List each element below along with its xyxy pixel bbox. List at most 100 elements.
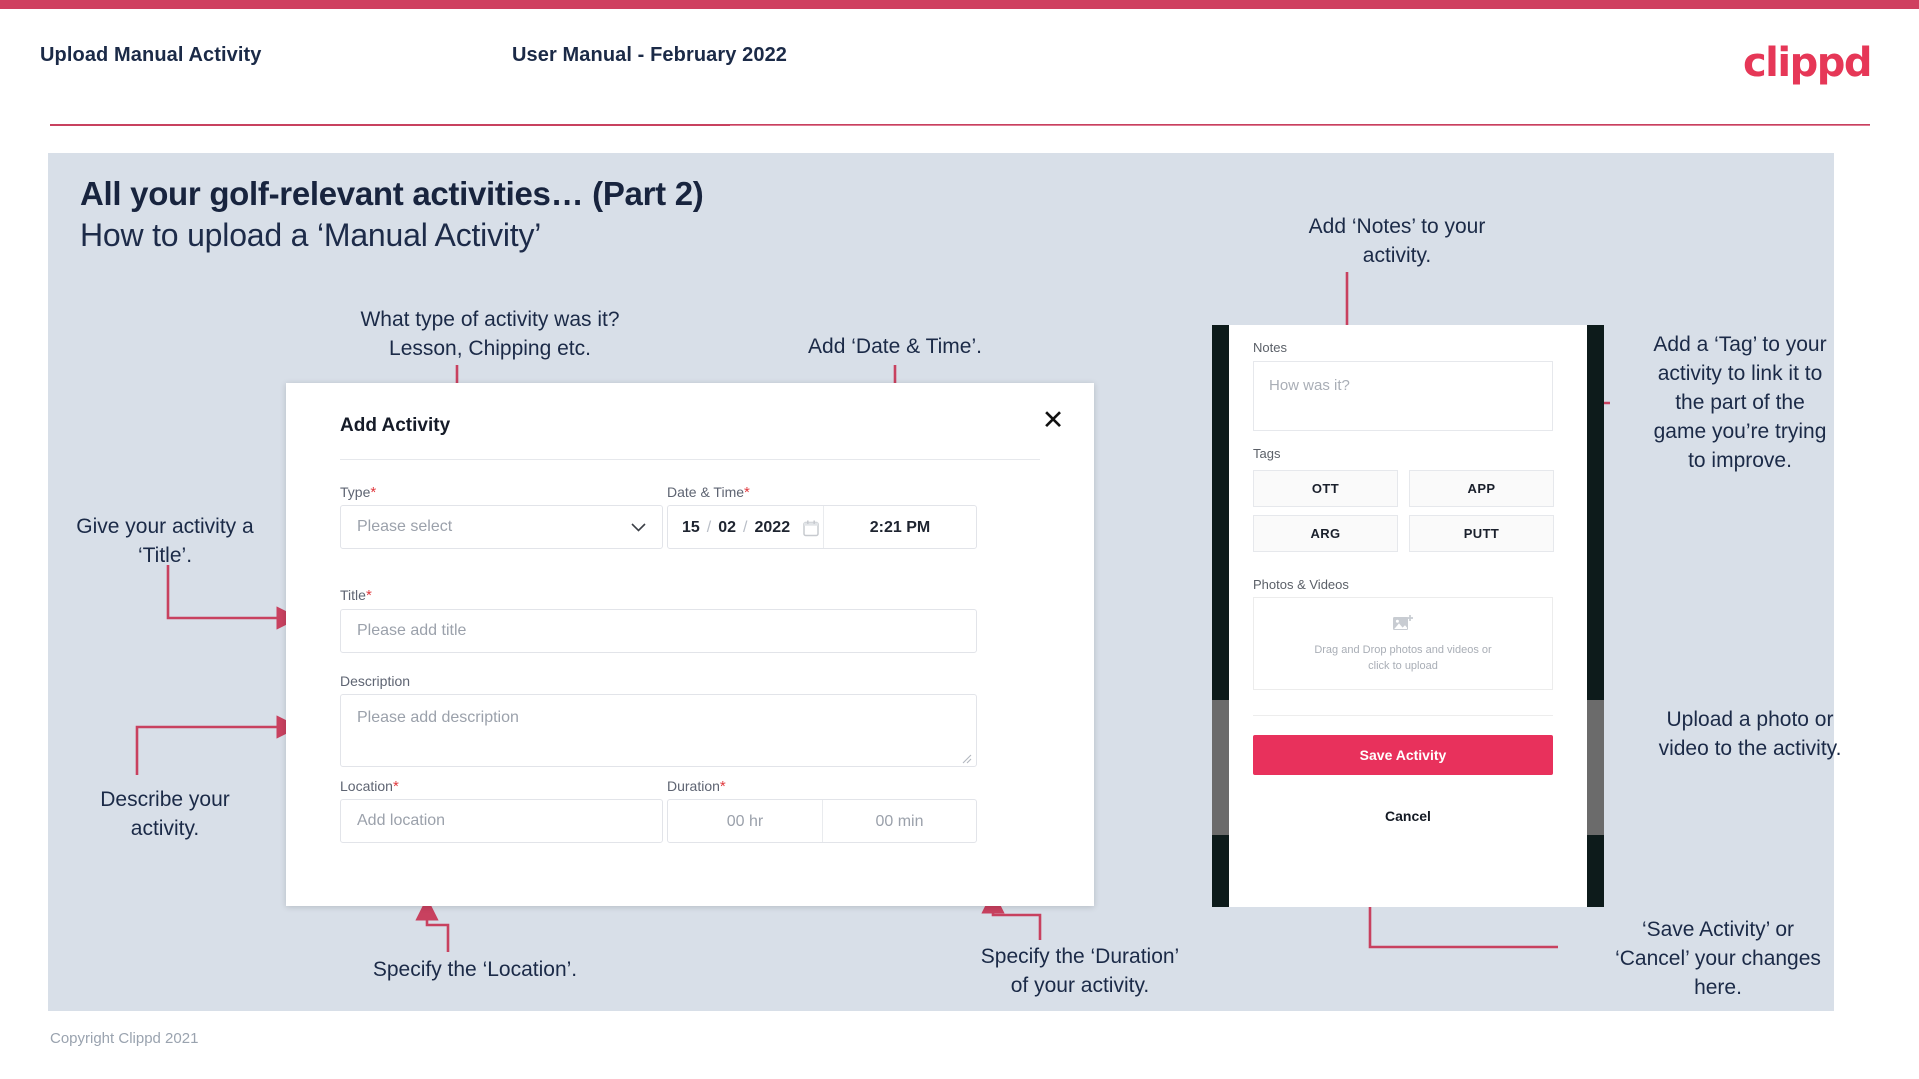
add-image-icon	[1392, 614, 1414, 634]
photos-videos-label: Photos & Videos	[1253, 577, 1349, 592]
cancel-button[interactable]: Cancel	[1229, 808, 1587, 824]
title-input[interactable]: Please add title	[340, 609, 977, 653]
duration-required-star: *	[719, 778, 726, 795]
annotation-tags-line3: the part of the	[1675, 391, 1805, 414]
annotation-upload-line2: video to the activity.	[1658, 737, 1842, 760]
type-select[interactable]: Please select	[340, 505, 663, 549]
date-input[interactable]: 15 / 02 / 2022	[668, 506, 823, 548]
dropzone-text: Drag and Drop photos and videos or click…	[1314, 642, 1491, 674]
slide-page: Upload Manual Activity User Manual - Feb…	[0, 0, 1919, 1079]
date-sep-2: /	[743, 519, 748, 536]
annotation-notes-line2: activity.	[1362, 244, 1432, 267]
date-month: 02	[718, 519, 737, 536]
annotation-title-line1: Give your activity a	[76, 515, 254, 538]
annotation-save-line1: ‘Save Activity’ or	[1641, 918, 1795, 941]
annotation-description-line2: activity.	[130, 817, 200, 840]
chevron-down-icon	[631, 522, 646, 532]
tag-ott[interactable]: OTT	[1253, 470, 1398, 507]
annotation-notes-line1: Add ‘Notes’ to your	[1308, 215, 1486, 238]
date-day: 15	[682, 519, 700, 536]
annotation-description: Describe your activity.	[40, 785, 290, 843]
annotation-save-line3: here.	[1694, 976, 1742, 999]
annotation-save-line2: ‘Cancel’ your changes	[1615, 947, 1821, 970]
description-placeholder: Please add description	[357, 709, 519, 726]
type-label-text: Type	[340, 484, 371, 500]
tag-app[interactable]: APP	[1409, 470, 1554, 507]
phone-screen: Notes How was it? Tags OTT APP ARG PUTT …	[1229, 325, 1587, 907]
phone-mockup: Notes How was it? Tags OTT APP ARG PUTT …	[1212, 325, 1604, 907]
type-required-star: *	[370, 484, 377, 501]
duration-label-text: Duration	[667, 778, 720, 794]
title-label-text: Title	[340, 587, 366, 603]
type-label: Type*	[340, 484, 376, 501]
close-icon[interactable]: ✕	[1036, 403, 1070, 437]
description-label-text: Description	[340, 673, 411, 689]
annotation-location: Specify the ‘Location’.	[372, 958, 578, 981]
notes-label: Notes	[1253, 340, 1287, 355]
annotation-type-line2: Lesson, Chipping etc.	[389, 337, 591, 360]
photo-dropzone[interactable]: Drag and Drop photos and videos or click…	[1253, 597, 1553, 690]
annotation-upload: Upload a photo or video to the activity.	[1625, 705, 1875, 763]
annotation-duration-line2: of your activity.	[1010, 974, 1150, 997]
annotation-tags-line4: game you’re trying	[1653, 420, 1827, 443]
phone-left-scroll-track[interactable]	[1212, 700, 1229, 835]
location-input-placeholder: Add location	[357, 812, 446, 829]
dropzone-line2: click to upload	[1368, 659, 1438, 672]
save-activity-button[interactable]: Save Activity	[1253, 735, 1553, 775]
annotation-type: What type of activity was it? Lesson, Ch…	[330, 305, 650, 363]
location-input[interactable]: Add location	[340, 799, 663, 843]
duration-group: 00 hr 00 min	[667, 799, 977, 843]
date-sep-1: /	[706, 519, 712, 536]
phone-divider	[1253, 715, 1553, 716]
type-select-placeholder: Please select	[357, 518, 453, 535]
date-year: 2022	[754, 519, 791, 536]
top-accent-bar	[0, 0, 1919, 9]
description-textarea[interactable]: Please add description	[340, 694, 977, 767]
title-required-star: *	[365, 587, 372, 604]
slide-subheading: How to upload a ‘Manual Activity’	[80, 217, 542, 253]
annotation-type-line1: What type of activity was it?	[360, 308, 620, 331]
tag-putt[interactable]: PUTT	[1409, 515, 1554, 552]
header-divider-thin	[730, 125, 1870, 126]
notes-textarea[interactable]	[1253, 361, 1553, 431]
title-label: Title*	[340, 587, 372, 604]
dialog-title: Add Activity	[340, 415, 451, 436]
duration-label: Duration*	[667, 778, 726, 795]
time-input[interactable]: 2:21 PM	[823, 506, 976, 548]
resize-grip-icon[interactable]	[961, 753, 972, 764]
location-required-star: *	[392, 778, 399, 795]
annotation-duration-line1: Specify the ‘Duration’	[980, 945, 1180, 968]
dialog-divider	[340, 459, 1040, 460]
slide-heading: All your golf-relevant activities… (Part…	[80, 175, 704, 212]
tags-label: Tags	[1253, 446, 1281, 461]
datetime-group: 15 / 02 / 2022 2:21 PM	[667, 505, 977, 549]
add-activity-dialog: Add Activity ✕ Type* Please select Date …	[286, 383, 1094, 906]
notes-placeholder: How was it?	[1269, 377, 1350, 394]
title-input-placeholder: Please add title	[357, 622, 467, 639]
tag-arg[interactable]: ARG	[1253, 515, 1398, 552]
datetime-label: Date & Time*	[667, 484, 750, 501]
duration-minutes-input[interactable]: 00 min	[822, 800, 976, 842]
annotation-upload-line1: Upload a photo or	[1666, 708, 1834, 731]
header-center-title: User Manual - February 2022	[512, 44, 788, 66]
location-label-text: Location	[340, 778, 393, 794]
dropzone-line1: Drag and Drop photos and videos or	[1314, 643, 1492, 656]
datetime-label-text: Date & Time	[667, 484, 745, 500]
header-left-title: Upload Manual Activity	[40, 44, 262, 66]
annotation-tags-line2: activity to link it to	[1657, 362, 1823, 385]
location-label: Location*	[340, 778, 399, 795]
annotation-title-line2: ‘Title’.	[137, 544, 193, 567]
calendar-icon[interactable]	[803, 520, 819, 537]
datetime-required-star: *	[744, 484, 750, 501]
annotation-datetime: Add ‘Date & Time’.	[808, 335, 982, 358]
duration-hours-input[interactable]: 00 hr	[668, 800, 822, 842]
phone-right-scroll-track[interactable]	[1587, 700, 1604, 835]
annotation-notes: Add ‘Notes’ to your activity.	[1232, 212, 1562, 270]
annotation-tags-line5: to improve.	[1688, 449, 1792, 472]
annotation-duration: Specify the ‘Duration’ of your activity.	[930, 942, 1230, 1000]
description-label: Description	[340, 673, 410, 689]
annotation-title: Give your activity a ‘Title’.	[40, 512, 290, 570]
clippd-logo: clippd	[1742, 40, 1873, 86]
annotation-tags-line1: Add a ‘Tag’ to your	[1653, 333, 1827, 356]
annotation-tags: Add a ‘Tag’ to your activity to link it …	[1615, 330, 1865, 475]
